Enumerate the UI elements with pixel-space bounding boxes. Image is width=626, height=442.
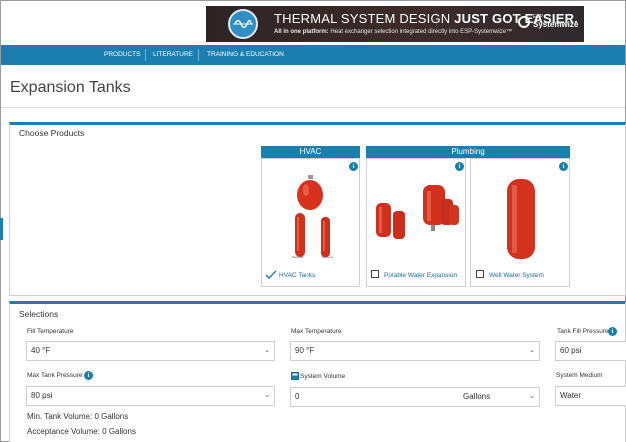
potable-tanks-image (376, 185, 459, 239)
waveform-logo-icon (228, 9, 258, 39)
system-volume-input[interactable]: 0 (290, 387, 460, 407)
chevron-down-icon: ⌄ (529, 393, 535, 400)
series-label: Series B (292, 255, 304, 259)
main-nav: PRODUCTS LITERATURE TRAINING & EDUCATION (1, 45, 625, 65)
hvac-group-header: HVAC (261, 146, 360, 158)
tank-fill-pressure-label: Tank Fill Pressure (557, 328, 609, 335)
product-card-hvac[interactable]: i Series B Series A HVAC Tanks (261, 158, 360, 287)
product-label-well-water[interactable]: Well Water System (489, 272, 544, 279)
plumbing-group-header: Plumbing (366, 146, 570, 158)
chevron-down-icon: ⌄ (264, 392, 270, 399)
max-temperature-select[interactable]: 90 °F ⌄ (290, 341, 540, 361)
fill-temperature-label: Fill Temperature (27, 328, 74, 335)
product-label-potable-water[interactable]: Potable Water Expansion (384, 272, 457, 279)
tank-fill-pressure-select[interactable]: 60 psi (555, 341, 626, 361)
max-tank-pressure-select[interactable]: 80 psi ⌄ (26, 386, 275, 406)
info-icon[interactable]: i (84, 371, 93, 380)
systemwize-mark-icon (518, 16, 530, 28)
potable-water-checkbox[interactable] (371, 270, 379, 278)
nav-divider (145, 49, 146, 61)
system-medium-select[interactable]: Water (555, 386, 626, 406)
checkmark-icon[interactable] (265, 270, 277, 280)
info-icon[interactable]: i (455, 162, 464, 171)
nav-literature[interactable]: LITERATURE (153, 51, 193, 58)
side-tab[interactable] (0, 218, 3, 240)
nav-divider (198, 49, 199, 61)
nav-training-education[interactable]: TRAINING & EDUCATION (207, 51, 284, 58)
promo-banner[interactable]: THERMAL SYSTEM DESIGN JUST GOT EASIER. A… (206, 6, 584, 42)
product-label-hvac-tanks[interactable]: HVAC Tanks (279, 272, 315, 279)
well-water-tank-image (507, 179, 535, 259)
product-card-potable-water[interactable]: i Potable Water Expansion (366, 158, 466, 287)
info-icon[interactable]: i (349, 162, 358, 171)
hvac-tanks-image (295, 175, 330, 257)
banner-subtext: All in one platform: Heat exchanger sele… (274, 29, 513, 35)
product-card-well-water[interactable]: i Well Water System (470, 158, 570, 287)
max-temperature-label: Max Temperature (291, 328, 342, 335)
fill-temperature-select[interactable]: 40 °F ⌄ (26, 341, 275, 361)
info-icon[interactable]: i (608, 327, 617, 336)
page-title: Expansion Tanks (10, 79, 131, 96)
systemwize-logo: ESP Systemwize (518, 14, 578, 34)
system-medium-label: System Medium (556, 372, 603, 379)
series-label: Series A (322, 255, 334, 259)
info-icon[interactable]: i (559, 162, 568, 171)
system-volume-label: System Volume (300, 373, 346, 380)
min-tank-volume-text: Min. Tank Volume: 0 Gallons (27, 412, 129, 421)
well-water-checkbox[interactable] (476, 270, 484, 278)
selections-heading: Selections (19, 309, 59, 319)
chevron-down-icon: ⌄ (264, 347, 270, 354)
max-tank-pressure-label: Max Tank Pressure (27, 372, 83, 379)
calculator-icon[interactable] (291, 372, 299, 380)
acceptance-volume-text: Acceptance Volume: 0 Gallons (27, 427, 136, 436)
system-volume-unit-select[interactable]: Gallons ⌄ (459, 387, 540, 407)
choose-products-heading: Choose Products (19, 128, 85, 138)
nav-products[interactable]: PRODUCTS (104, 51, 140, 58)
chevron-down-icon: ⌄ (529, 347, 535, 354)
title-divider (1, 107, 625, 108)
